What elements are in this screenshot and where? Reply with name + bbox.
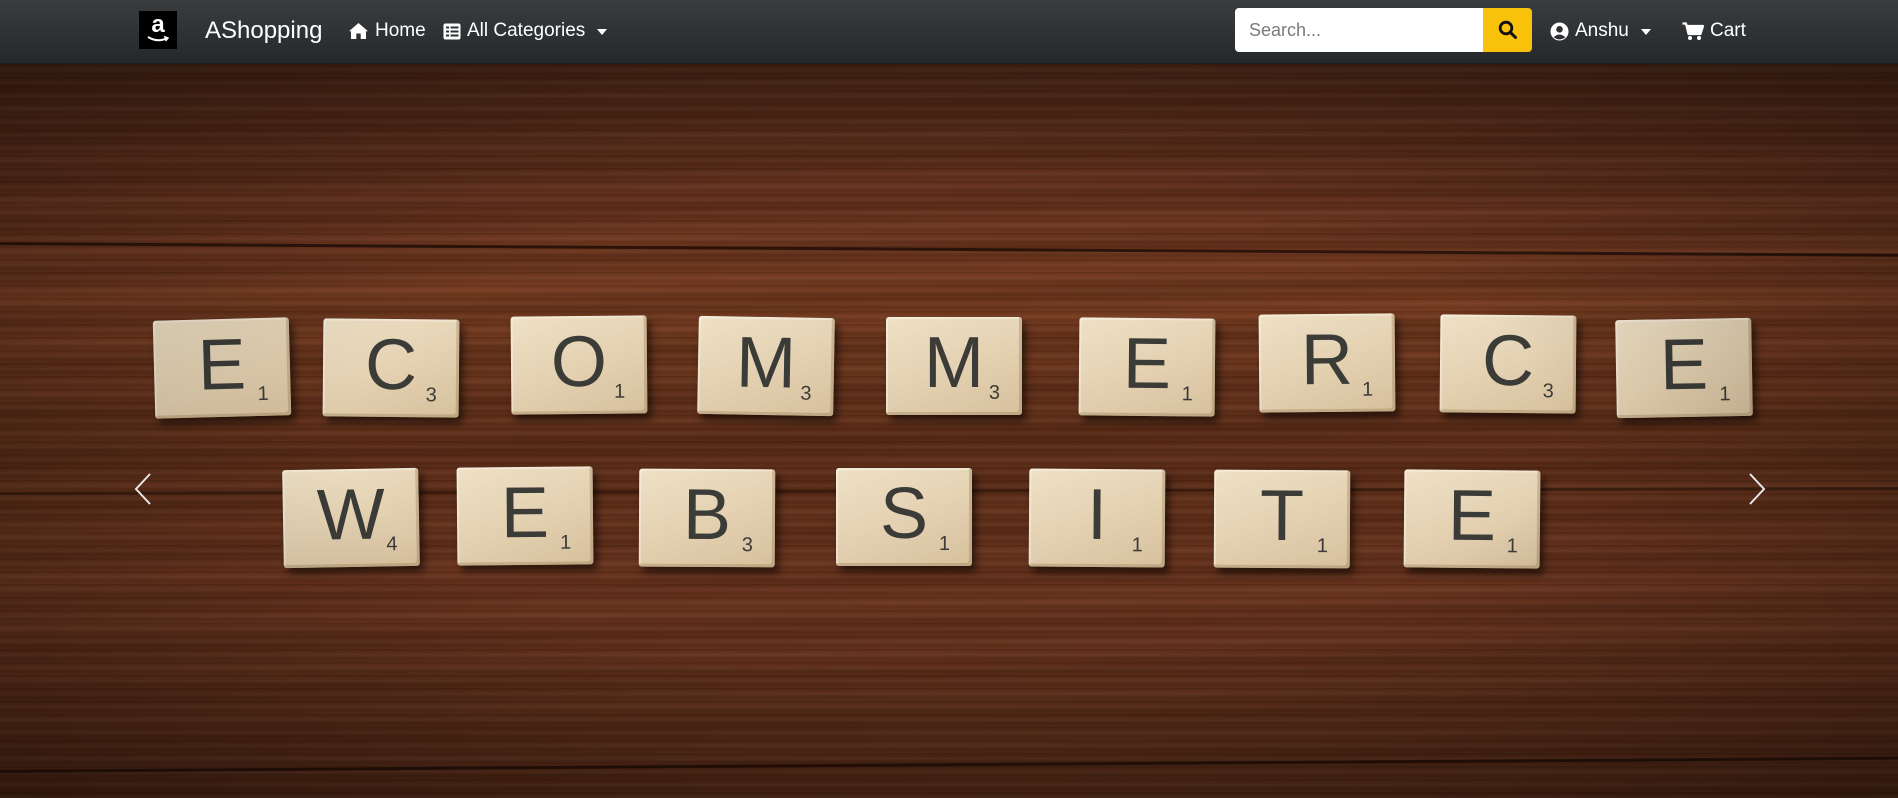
search-icon bbox=[1498, 20, 1517, 39]
tile-letter: E bbox=[196, 324, 247, 406]
caret-down-icon bbox=[1640, 29, 1651, 35]
tile-letter: R bbox=[1300, 319, 1354, 401]
user-account-dropdown[interactable]: Anshu bbox=[1550, 19, 1651, 43]
letter-tile: W 4 bbox=[282, 467, 420, 569]
tile-letter: M bbox=[924, 323, 984, 403]
wood-seam bbox=[0, 756, 1898, 773]
letter-tile: M 3 bbox=[697, 315, 835, 417]
search-input[interactable] bbox=[1235, 8, 1483, 52]
tile-points: 1 bbox=[1316, 535, 1328, 558]
tile-letter: I bbox=[1086, 474, 1108, 556]
logo-letter: a bbox=[151, 10, 165, 38]
wood-seam bbox=[0, 242, 1898, 257]
carousel-next-button[interactable] bbox=[1742, 469, 1772, 509]
tile-letter: C bbox=[364, 324, 418, 406]
letter-tile: C 3 bbox=[322, 318, 460, 418]
hero-carousel: E 1 C 3 O 1 M 3 M 3 E 1 R 1 C 3 E 1 W 4 … bbox=[0, 64, 1898, 798]
user-circle-icon bbox=[1550, 22, 1569, 40]
tile-letter: E bbox=[1659, 324, 1709, 406]
tile-points: 3 bbox=[741, 534, 753, 557]
tile-letter: O bbox=[550, 321, 608, 403]
nav-home-link[interactable]: Home bbox=[348, 19, 426, 43]
tile-letter: B bbox=[682, 474, 732, 556]
tile-letter: W bbox=[316, 474, 386, 556]
letter-tile: E 1 bbox=[152, 317, 292, 419]
tile-points: 3 bbox=[1542, 380, 1554, 403]
chevron-left-icon bbox=[134, 473, 151, 505]
letter-tile: M 3 bbox=[886, 317, 1022, 415]
letter-tile: E 1 bbox=[1078, 317, 1216, 417]
tile-points: 1 bbox=[1362, 378, 1374, 401]
tile-letter: M bbox=[735, 322, 797, 404]
letter-tile: E 1 bbox=[1615, 317, 1753, 419]
list-icon bbox=[443, 23, 461, 39]
tile-points: 4 bbox=[386, 533, 398, 556]
user-name-label: Anshu bbox=[1575, 20, 1629, 41]
smile-arrow-icon bbox=[147, 35, 169, 41]
brand-name[interactable]: AShopping bbox=[205, 17, 322, 45]
tile-points: 3 bbox=[425, 384, 437, 407]
search-form bbox=[1235, 8, 1532, 52]
tile-points: 1 bbox=[1506, 535, 1518, 558]
tile-points: 1 bbox=[938, 533, 950, 555]
letter-tile: T 1 bbox=[1213, 469, 1351, 569]
tile-points: 1 bbox=[1719, 383, 1731, 406]
tile-points: 1 bbox=[560, 531, 572, 554]
nav-home-label: Home bbox=[375, 20, 426, 41]
search-button[interactable] bbox=[1483, 8, 1532, 52]
letter-tile: E 1 bbox=[456, 466, 594, 566]
letter-tile: C 3 bbox=[1439, 314, 1577, 414]
tile-letter: E bbox=[1447, 475, 1497, 557]
nav-categories-dropdown[interactable]: All Categories bbox=[443, 19, 608, 43]
tile-letter: S bbox=[879, 474, 929, 554]
tile-points: 1 bbox=[257, 382, 269, 406]
tile-letter: T bbox=[1259, 475, 1305, 557]
tile-points: 3 bbox=[800, 382, 812, 405]
nav-categories-label: All Categories bbox=[467, 20, 586, 41]
top-navbar: a AShopping Home All Categories Search..… bbox=[0, 0, 1898, 64]
tile-points: 1 bbox=[1131, 534, 1143, 557]
brand-logo[interactable]: a bbox=[139, 11, 177, 49]
letter-tile: B 3 bbox=[638, 468, 776, 568]
letter-tile: I 1 bbox=[1028, 468, 1166, 568]
shopping-cart-icon bbox=[1682, 21, 1704, 40]
home-icon bbox=[349, 23, 368, 39]
image-vignette bbox=[0, 64, 1898, 798]
letter-tile: E 1 bbox=[1403, 469, 1541, 569]
carousel-prev-button[interactable] bbox=[128, 469, 158, 509]
tile-letter: E bbox=[1122, 323, 1172, 405]
tile-letter: E bbox=[500, 472, 550, 554]
cart-link[interactable]: Cart bbox=[1682, 19, 1746, 43]
letter-tile: O 1 bbox=[510, 315, 648, 415]
tile-points: 1 bbox=[1181, 383, 1193, 406]
tile-points: 1 bbox=[614, 380, 626, 403]
cart-label: Cart bbox=[1710, 20, 1746, 41]
tile-letter: C bbox=[1481, 320, 1535, 402]
caret-down-icon bbox=[597, 29, 608, 35]
tile-points: 3 bbox=[988, 382, 1000, 404]
chevron-right-icon bbox=[1749, 473, 1766, 505]
letter-tile: R 1 bbox=[1258, 313, 1396, 413]
letter-tile: S 1 bbox=[836, 468, 972, 566]
